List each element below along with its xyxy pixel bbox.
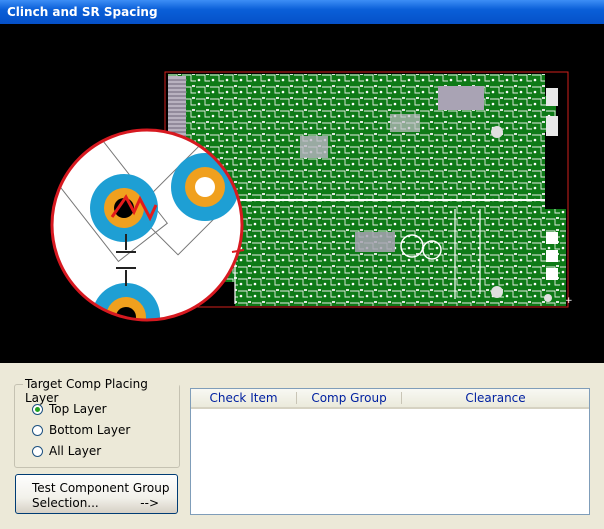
radio-all-layer[interactable]: All Layer <box>32 443 101 459</box>
radio-label: All Layer <box>49 444 102 458</box>
pcb-canvas[interactable]: + <box>0 24 604 363</box>
radio-indicator[interactable] <box>32 424 43 436</box>
svg-text:+: + <box>565 296 573 306</box>
control-panel: Target Comp Placing Layer Top Layer Bott… <box>0 363 604 529</box>
radio-indicator[interactable] <box>32 403 43 415</box>
button-label-line2: Selection... <box>32 496 99 510</box>
button-label-line1: Test Component Group <box>32 481 170 495</box>
button-arrow: --> <box>140 496 159 510</box>
column-header-check-item[interactable]: Check Item <box>191 389 296 407</box>
table-header: Check Item Comp Group Clearance <box>191 389 589 409</box>
title-bar[interactable]: Clinch and SR Spacing <box>0 0 604 24</box>
radio-top-layer[interactable]: Top Layer <box>32 401 107 417</box>
radio-label: Bottom Layer <box>49 423 131 437</box>
column-header-comp-group[interactable]: Comp Group <box>297 389 401 407</box>
column-header-clearance[interactable]: Clearance <box>402 389 589 407</box>
radio-indicator[interactable] <box>32 445 43 457</box>
window-title: Clinch and SR Spacing <box>7 5 158 19</box>
test-component-group-selection-button[interactable]: Test Component Group Selection... --> <box>15 474 178 514</box>
pcb-view: + <box>50 71 573 322</box>
placing-layer-group: Target Comp Placing Layer Top Layer Bott… <box>14 377 180 468</box>
results-table[interactable]: Check Item Comp Group Clearance <box>190 388 590 515</box>
radio-label: Top Layer <box>49 402 107 416</box>
radio-bottom-layer[interactable]: Bottom Layer <box>32 422 130 438</box>
